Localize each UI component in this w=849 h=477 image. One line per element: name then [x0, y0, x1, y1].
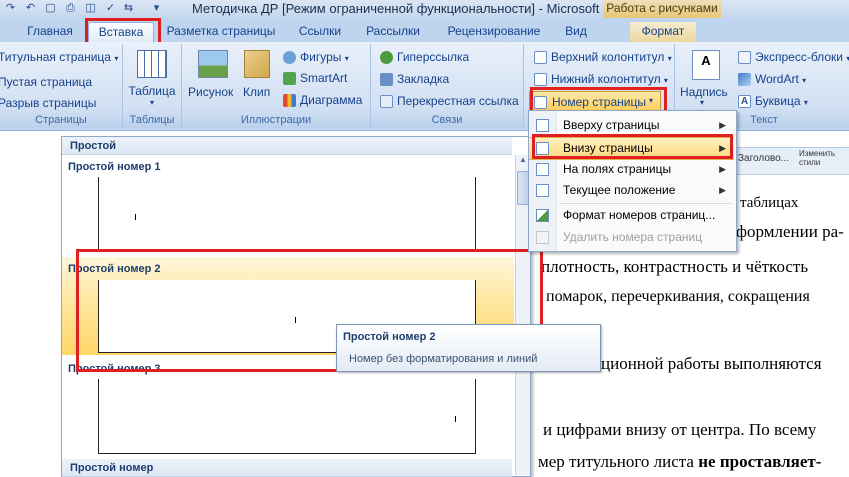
footer-icon: [534, 73, 547, 86]
table-button[interactable]: Таблица: [123, 84, 181, 98]
group-pages-label: Страницы: [0, 113, 122, 128]
insert-tab-highlight: [85, 18, 161, 45]
tooltip-description: Номер без форматирования и линий: [349, 353, 538, 365]
header-button[interactable]: Верхний колонтитул ▾: [551, 50, 672, 64]
group-illustrations: Рисунок Клип Фигуры ▾ SmartArt Диаграмма…: [182, 44, 371, 128]
styles-gallery-fragment: Заголово... Изменить стили: [733, 147, 849, 175]
textbox-icon: A: [692, 50, 720, 80]
clip-art-icon: [244, 50, 270, 78]
footer-button[interactable]: Нижний колонтитул ▾: [551, 72, 668, 86]
style-heading-fragment[interactable]: Заголово...: [738, 153, 789, 164]
bookmark-icon: [380, 73, 393, 86]
page-top-icon: [536, 119, 549, 132]
quick-parts-icon: [738, 51, 751, 64]
doc-line-4: помарок, перечеркивания, сокращения: [546, 288, 810, 305]
menu-item-top-of-page[interactable]: Вверху страницы ▶: [529, 115, 734, 136]
tab-review[interactable]: Рецензирование: [440, 22, 548, 42]
chart-button[interactable]: Диаграмма: [300, 93, 362, 107]
group-illustrations-label: Иллюстрации: [182, 113, 370, 128]
tab-home[interactable]: Главная: [20, 22, 80, 42]
cross-reference-icon: [380, 95, 393, 108]
page-number-marker: [455, 416, 456, 422]
doc-line-1: таблицах: [740, 195, 799, 211]
save-icon[interactable]: ▢: [44, 2, 57, 15]
format-numbers-icon: [536, 209, 549, 222]
header-icon: [534, 51, 547, 64]
remove-numbers-icon: [536, 231, 549, 244]
hyperlink-icon: [380, 51, 393, 64]
hyperlink-qat-icon[interactable]: ⇆: [122, 2, 135, 15]
title-bar: ↷ ↶ ▢ ⎙ ◫ ✓ ⇆ ▾ Методичка ДР [Режим огра…: [0, 0, 849, 19]
page-margins-icon: [536, 163, 549, 176]
bookmark-button[interactable]: Закладка: [397, 72, 449, 86]
gallery-item-simple-number-3[interactable]: [98, 379, 476, 454]
blank-page-button[interactable]: Пустая страница: [0, 75, 92, 89]
page-number-menu: Вверху страницы ▶ Внизу страницы ▶ На по…: [528, 110, 737, 252]
menu-item-current-position[interactable]: Текущее положение ▶: [529, 180, 734, 201]
tooltip-title: Простой номер 2: [343, 331, 436, 343]
doc-line-3: плотность, контрастность и чёткость: [541, 257, 809, 276]
doc-line-2: формлении ра-: [736, 222, 844, 241]
bottom-of-page-highlight: [532, 134, 733, 159]
chart-icon: [283, 94, 296, 107]
current-position-icon: [536, 184, 549, 197]
table-dropdown-icon[interactable]: ▾: [123, 98, 181, 107]
group-links: Гиперссылка Закладка Перекрестная ссылка…: [371, 44, 524, 128]
gallery-section-simple-number: Простой номер: [62, 459, 512, 477]
tab-format[interactable]: Формат: [630, 22, 696, 42]
doc-line-5: ционной работы выполняются: [601, 354, 822, 373]
submenu-arrow-icon: ▶: [719, 164, 726, 174]
drop-cap-button[interactable]: Буквица ▾: [755, 94, 808, 108]
menu-item-remove-numbers: Удалить номера страниц: [529, 227, 734, 248]
cross-reference-button[interactable]: Перекрестная ссылка: [397, 94, 519, 108]
menu-separator: [559, 203, 731, 204]
qat-dropdown-icon[interactable]: ▾: [150, 2, 163, 15]
clip-art-button[interactable]: Клип: [243, 85, 270, 99]
preview-icon[interactable]: ◫: [84, 2, 97, 15]
print-icon[interactable]: ⎙: [64, 2, 77, 15]
textbox-dropdown-icon[interactable]: ▾: [700, 98, 704, 107]
picture-tools-tab-group: Работа с рисунками: [603, 0, 721, 18]
group-links-label: Связи: [371, 113, 523, 128]
tab-mailings[interactable]: Рассылки: [360, 22, 426, 42]
drop-cap-icon: A: [738, 95, 751, 108]
quick-parts-button[interactable]: Экспресс-блоки ▾: [755, 50, 849, 64]
group-tables: Таблица ▾ Таблицы: [123, 44, 182, 128]
doc-bold-text: не проставляет-: [698, 452, 822, 471]
wordart-button[interactable]: WordArt ▾: [755, 72, 806, 86]
table-icon: [137, 50, 167, 78]
shapes-button[interactable]: Фигуры ▾: [300, 50, 349, 64]
spellcheck-icon[interactable]: ✓: [104, 2, 117, 15]
tab-view[interactable]: Вид: [558, 22, 594, 42]
gallery-item-simple-number-1[interactable]: [98, 177, 476, 250]
doc-line-7: мер титульного листа не проставляет-: [538, 452, 822, 471]
textbox-button[interactable]: Надпись: [680, 85, 728, 99]
picture-button[interactable]: Рисунок: [188, 85, 233, 99]
wordart-icon: [738, 73, 751, 86]
cover-page-button[interactable]: Титульная страница ▾: [0, 50, 118, 64]
page-break-button[interactable]: Разрыв страницы: [0, 96, 96, 110]
redo-icon[interactable]: ↷: [4, 2, 17, 15]
smartart-button[interactable]: SmartArt: [300, 71, 347, 85]
menu-item-page-margins[interactable]: На полях страницы ▶: [529, 159, 734, 180]
page-number-marker: [135, 214, 136, 220]
smartart-icon: [283, 72, 296, 85]
gallery-section-simple: Простой: [62, 137, 512, 155]
change-styles-fragment[interactable]: Изменить стили: [799, 149, 847, 167]
shapes-icon: [283, 51, 296, 64]
tooltip: Простой номер 2 Номер без форматирования…: [336, 324, 601, 372]
submenu-arrow-icon: ▶: [719, 185, 726, 195]
undo-icon[interactable]: ↶: [24, 2, 37, 15]
tab-references[interactable]: Ссылки: [290, 22, 350, 42]
window-title: Методичка ДР [Режим ограниченной функцио…: [192, 1, 616, 16]
menu-item-format-numbers[interactable]: Формат номеров страниц...: [529, 205, 734, 226]
doc-line-6: и цифрами внизу от центра. По всему: [543, 420, 817, 439]
gallery-item-title-1: Простой номер 1: [68, 161, 161, 173]
picture-icon: [198, 50, 228, 78]
tab-page-layout[interactable]: Разметка страницы: [165, 22, 277, 42]
group-tables-label: Таблицы: [123, 113, 181, 128]
hyperlink-button[interactable]: Гиперссылка: [397, 50, 469, 64]
submenu-arrow-icon: ▶: [719, 120, 726, 130]
group-pages: Титульная страница ▾ Пустая страница Раз…: [0, 44, 123, 128]
